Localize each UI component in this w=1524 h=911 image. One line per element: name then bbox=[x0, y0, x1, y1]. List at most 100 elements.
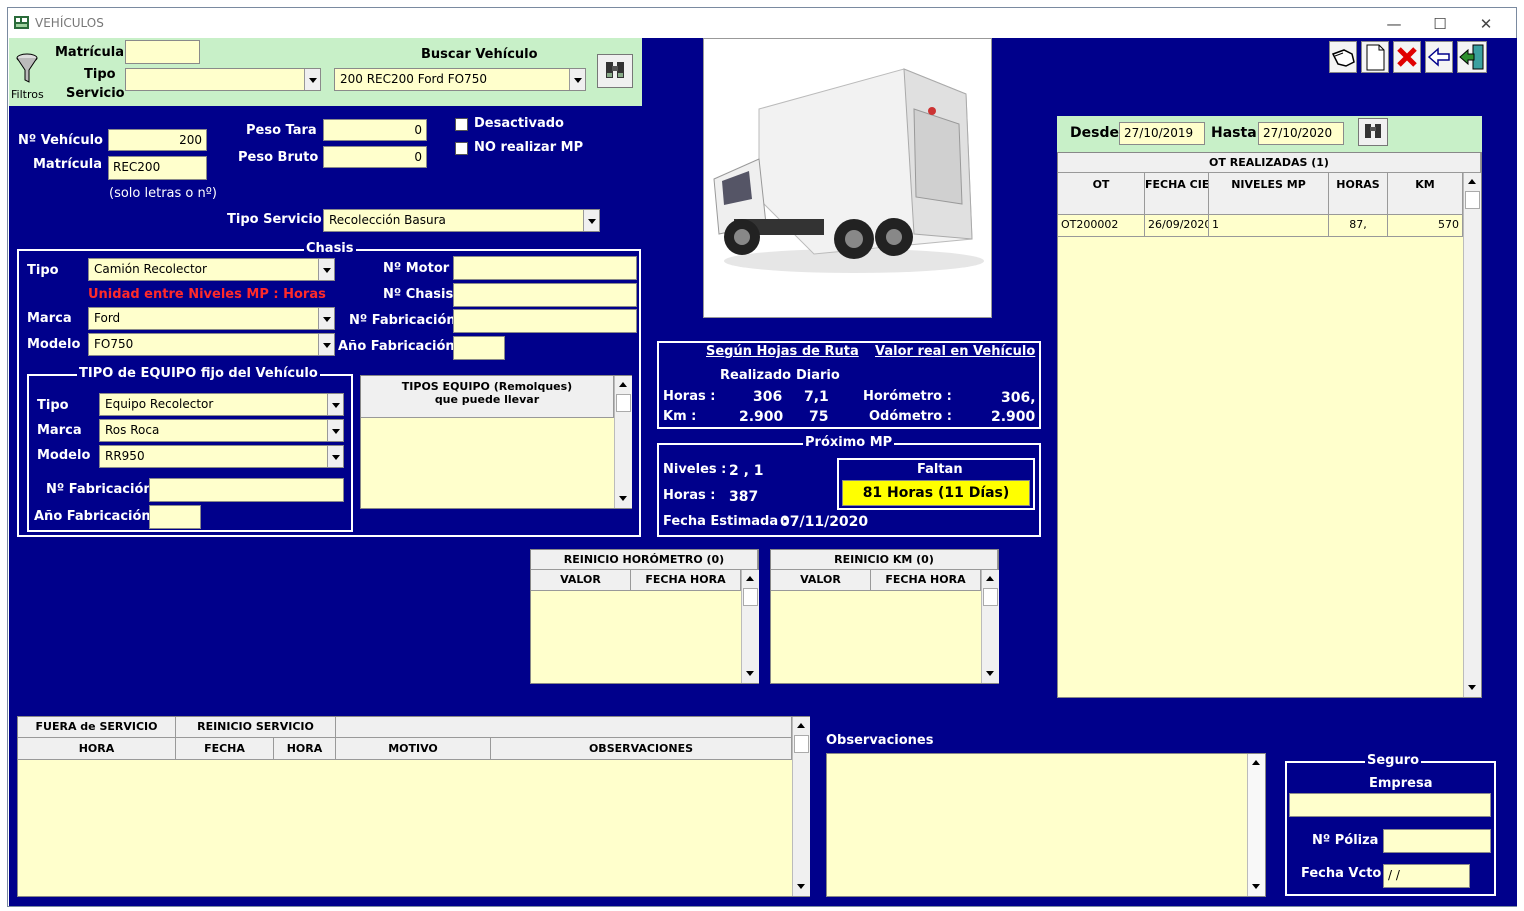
reinicio-km-grid[interactable]: REINICIO KM (0) VALOR FECHA HORA bbox=[770, 549, 999, 684]
equipo-marca-select[interactable]: Ros Roca bbox=[99, 419, 344, 442]
equipo-anio-input[interactable] bbox=[149, 505, 201, 529]
scroll-up-icon[interactable] bbox=[982, 570, 999, 587]
nro-chasis-input[interactable] bbox=[453, 283, 637, 307]
fuera-servicio-grid[interactable]: FUERA de SERVICIO REINICIO SERVICIO HORA… bbox=[17, 716, 810, 897]
equipo-tipo-label: Tipo bbox=[37, 398, 69, 413]
ot-row-niveles[interactable]: 1 bbox=[1209, 215, 1329, 237]
no-realizar-mp-label: NO realizar MP bbox=[474, 140, 584, 155]
chasis-modelo-select[interactable]: FO750 bbox=[88, 333, 335, 356]
peso-bruto-input[interactable]: 0 bbox=[323, 146, 427, 168]
filter-tipo-servicio-select[interactable] bbox=[125, 68, 321, 91]
search-binoculars-button[interactable] bbox=[597, 54, 633, 88]
scroll-up-icon[interactable] bbox=[1464, 173, 1481, 190]
scroll-up-icon[interactable] bbox=[1248, 754, 1265, 771]
search-vehicle-select[interactable]: 200 REC200 Ford FO750 bbox=[334, 68, 586, 91]
observaciones-scrollbar[interactable] bbox=[1247, 754, 1265, 896]
ot-row-km[interactable]: 570 bbox=[1388, 215, 1463, 237]
no-realizar-mp-checkbox[interactable] bbox=[455, 142, 468, 155]
ot-grid[interactable]: OT REALIZADAS (1) OT FECHA CIERRE NIVELE… bbox=[1057, 152, 1482, 698]
ot-search-button[interactable] bbox=[1358, 118, 1388, 146]
ot-row-ot[interactable]: OT200002 bbox=[1058, 215, 1145, 237]
empresa-label: Empresa bbox=[1369, 776, 1433, 791]
scroll-down-icon[interactable] bbox=[793, 878, 810, 895]
vehicle-number-input[interactable]: 200 bbox=[108, 129, 207, 151]
equipo-fabricacion-input[interactable] bbox=[149, 478, 344, 502]
observaciones-textarea[interactable] bbox=[826, 753, 1266, 897]
scroll-thumb[interactable] bbox=[1465, 191, 1480, 209]
ot-col-fecha-cierre: FECHA CIERRE bbox=[1145, 173, 1209, 215]
delete-icon bbox=[1397, 47, 1417, 67]
scroll-up-icon[interactable] bbox=[793, 717, 810, 734]
odometro-value: 2.900 bbox=[991, 409, 1036, 425]
equipo-modelo-value: RR950 bbox=[105, 449, 145, 463]
proximo-mp-legend: Próximo MP bbox=[803, 435, 895, 450]
scroll-up-icon[interactable] bbox=[742, 570, 759, 587]
filter-matricula-input[interactable] bbox=[125, 40, 200, 64]
horometro-value: 306, bbox=[1001, 390, 1036, 406]
tipo-servicio-select[interactable]: Recolección Basura bbox=[323, 209, 600, 232]
filter-matricula-label: Matrícula bbox=[55, 45, 124, 60]
fuera-col-hora: HORA bbox=[18, 738, 176, 760]
tipo-servicio-value: Recolección Basura bbox=[329, 213, 446, 227]
back-button[interactable] bbox=[1425, 41, 1453, 73]
remolques-grid[interactable]: TIPOS EQUIPO (Remolques) que puede lleva… bbox=[360, 375, 632, 509]
desde-input[interactable]: 27/10/2019 bbox=[1119, 122, 1205, 145]
reinicio-horometro-title: REINICIO HORÓMETRO (0) bbox=[531, 550, 758, 570]
chasis-marca-value: Ford bbox=[94, 311, 121, 325]
ot-scrollbar[interactable] bbox=[1463, 173, 1481, 697]
minimize-button[interactable]: — bbox=[1371, 13, 1417, 35]
select-record-button[interactable] bbox=[1329, 41, 1357, 73]
scroll-down-icon[interactable] bbox=[1464, 679, 1481, 696]
scroll-down-icon[interactable] bbox=[615, 490, 632, 507]
fecha-vcto-input[interactable]: / / bbox=[1383, 864, 1470, 888]
reinicio-horometro-grid[interactable]: REINICIO HORÓMETRO (0) VALOR FECHA HORA bbox=[530, 549, 759, 684]
seguro-legend: Seguro bbox=[1365, 753, 1422, 768]
hasta-label: Hasta bbox=[1211, 125, 1257, 141]
matricula-hint: (solo letras o nº) bbox=[109, 186, 217, 201]
fecha-estimada-label: Fecha Estimada : bbox=[663, 514, 788, 529]
app-icon bbox=[14, 16, 29, 29]
remolques-title: TIPOS EQUIPO (Remolques) bbox=[401, 380, 573, 393]
new-record-button[interactable] bbox=[1361, 41, 1389, 73]
poliza-input[interactable] bbox=[1383, 829, 1491, 853]
remolques-scrollbar[interactable] bbox=[614, 376, 632, 508]
vehicle-matricula-input[interactable]: REC200 bbox=[108, 156, 207, 180]
hasta-input[interactable]: 27/10/2020 bbox=[1258, 122, 1344, 145]
faltan-label: Faltan bbox=[917, 462, 963, 477]
filter-funnel-icon[interactable] bbox=[15, 52, 39, 84]
close-window-button[interactable]: ✕ bbox=[1463, 13, 1509, 35]
scroll-thumb[interactable] bbox=[983, 588, 998, 606]
chasis-anio-input[interactable] bbox=[453, 336, 505, 360]
chasis-fabricacion-input[interactable] bbox=[453, 309, 637, 333]
scroll-down-icon[interactable] bbox=[1248, 878, 1265, 895]
ruta-km-label: Km : bbox=[663, 409, 697, 424]
delete-record-button[interactable] bbox=[1393, 41, 1421, 73]
empresa-input[interactable] bbox=[1289, 793, 1491, 817]
peso-tara-input[interactable]: 0 bbox=[323, 119, 427, 141]
scroll-up-icon[interactable] bbox=[615, 376, 632, 393]
reinicio-km-scrollbar[interactable] bbox=[981, 570, 999, 683]
fuera-servicio-scrollbar[interactable] bbox=[792, 717, 810, 896]
fecha-estimada-value: 07/11/2020 bbox=[780, 514, 869, 530]
ot-row-fecha-cierre[interactable]: 26/09/2020 bbox=[1145, 215, 1209, 237]
exit-button[interactable] bbox=[1457, 41, 1487, 73]
scroll-down-icon[interactable] bbox=[742, 665, 759, 682]
tipo-servicio-label: Tipo Servicio bbox=[227, 212, 322, 227]
ruta-horas-label: Horas : bbox=[663, 389, 716, 404]
scroll-down-icon[interactable] bbox=[982, 665, 999, 682]
scroll-thumb[interactable] bbox=[743, 588, 758, 606]
chasis-tipo-select[interactable]: Camión Recolector bbox=[88, 258, 335, 281]
equipo-modelo-select[interactable]: RR950 bbox=[99, 445, 344, 468]
reinicio-horometro-scrollbar[interactable] bbox=[741, 570, 759, 683]
scroll-thumb[interactable] bbox=[616, 394, 631, 412]
maximize-button[interactable]: ☐ bbox=[1417, 13, 1463, 35]
chevron-down-icon bbox=[569, 69, 585, 90]
ot-row-horas[interactable]: 87, bbox=[1329, 215, 1388, 237]
scroll-thumb[interactable] bbox=[794, 735, 809, 753]
chasis-marca-select[interactable]: Ford bbox=[88, 307, 335, 330]
motor-input[interactable] bbox=[453, 256, 637, 280]
horometro-label: Horómetro : bbox=[863, 389, 952, 404]
desactivado-checkbox[interactable] bbox=[455, 118, 468, 131]
equipo-anio-label: Año Fabricación bbox=[34, 509, 151, 524]
equipo-tipo-select[interactable]: Equipo Recolector bbox=[99, 393, 344, 416]
